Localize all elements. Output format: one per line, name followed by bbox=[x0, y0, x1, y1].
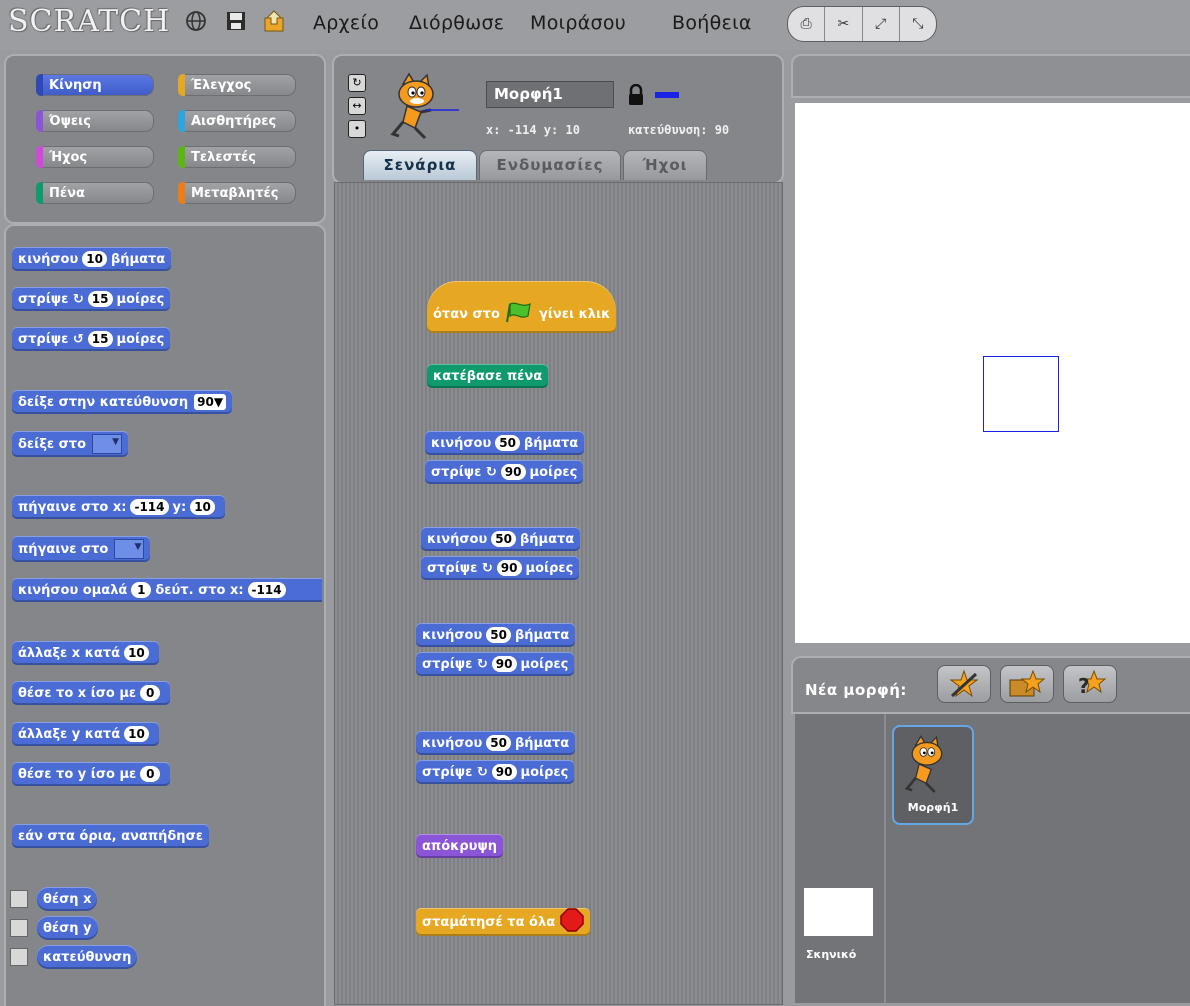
svg-text:?: ? bbox=[1078, 674, 1090, 698]
rotate-cw-icon: ↻ bbox=[476, 764, 488, 780]
when-flag-clicked-hat-block[interactable]: όταν στο γίνει κλικ bbox=[427, 281, 617, 333]
green-flag-icon bbox=[504, 302, 534, 326]
tab-sounds[interactable]: Ήχοι bbox=[623, 150, 707, 180]
move-50-steps-block[interactable]: κινήσου 50 βήματα bbox=[416, 623, 576, 647]
turn-90-degrees-block[interactable]: στρίψε ↻ 90 μοίρες bbox=[425, 460, 584, 484]
stage-thumbnail[interactable] bbox=[804, 888, 873, 936]
folder-star-icon bbox=[1009, 669, 1046, 697]
stop-all-block[interactable]: σταμάτησέ τα όλα bbox=[416, 908, 590, 936]
rotate-ccw-icon: ↺ bbox=[72, 331, 84, 347]
tab-scripts[interactable]: Σενάρια bbox=[363, 150, 477, 180]
rotate-cw-icon: ↻ bbox=[476, 656, 488, 672]
rotate-cw-icon: ↻ bbox=[485, 464, 497, 480]
category-label: Αισθητήρες bbox=[191, 114, 277, 129]
menu-share[interactable]: Μοιράσου bbox=[530, 12, 626, 34]
sprite-direction: κατεύθυνση: 90 bbox=[628, 123, 730, 137]
stage-header bbox=[791, 54, 1190, 98]
hide-block[interactable]: απόκρυψη bbox=[416, 834, 504, 858]
checkbox-x-position[interactable] bbox=[10, 890, 28, 908]
pen-color-indicator bbox=[655, 92, 679, 98]
category-label: Έλεγχος bbox=[191, 78, 252, 93]
palette-point-direction-block[interactable]: δείξε στην κατεύθυνση 90▼ bbox=[12, 390, 233, 414]
reporter-direction[interactable]: κατεύθυνση bbox=[37, 945, 138, 969]
grow-icon[interactable]: ⤢ bbox=[863, 7, 900, 41]
category-variables[interactable]: Μεταβλητές bbox=[178, 182, 296, 204]
dropdown-icon bbox=[114, 539, 145, 559]
cat-sprite-icon bbox=[390, 72, 459, 140]
save-icon[interactable] bbox=[225, 10, 247, 32]
category-label: Μεταβλητές bbox=[191, 186, 279, 201]
palette-move-block[interactable]: κινήσου 10 βήματα bbox=[12, 247, 172, 271]
rotation-left-right-icon[interactable]: ↔ bbox=[348, 97, 366, 115]
menu-edit[interactable]: Διόρθωσε bbox=[409, 12, 504, 34]
palette-change-x-block[interactable]: άλλαξε x κατά 10 bbox=[12, 641, 159, 665]
cat-sprite-thumb-icon bbox=[904, 735, 943, 793]
rotate-cw-icon: ↻ bbox=[72, 291, 84, 307]
palette-point-towards-block[interactable]: δείξε στο bbox=[12, 431, 129, 457]
checkbox-direction[interactable] bbox=[10, 948, 28, 966]
menu-help[interactable]: Βοήθεια bbox=[672, 12, 752, 34]
new-sprite-label: Νέα μορφή: bbox=[805, 681, 907, 699]
reporter-y-position[interactable]: θέση y bbox=[37, 916, 98, 940]
category-sensing[interactable]: Αισθητήρες bbox=[178, 110, 296, 132]
turn-90-degrees-block[interactable]: στρίψε ↻ 90 μοίρες bbox=[421, 556, 580, 580]
delete-scissors-icon[interactable]: ✂ bbox=[825, 7, 863, 41]
palette-goto-xy-block[interactable]: πήγαινε στο x: -114 y: 10 bbox=[12, 495, 225, 519]
rotation-all-around-icon[interactable]: ↻ bbox=[348, 74, 366, 92]
question-star-icon: ? bbox=[1078, 669, 1107, 698]
palette-change-y-block[interactable]: άλλαξε y κατά 10 bbox=[12, 722, 159, 746]
drawn-square bbox=[983, 356, 1059, 432]
category-motion[interactable]: Κίνηση bbox=[36, 74, 154, 96]
sprite-list-divider bbox=[884, 714, 886, 1003]
palette-set-y-block[interactable]: θέσε το y ίσο με 0 bbox=[12, 762, 171, 786]
category-label: Τελεστές bbox=[191, 150, 256, 165]
category-label: Κίνηση bbox=[49, 78, 102, 93]
sprite-thumbnail-selected[interactable]: Μορφή1 bbox=[892, 725, 974, 825]
category-label: Πένα bbox=[49, 186, 85, 201]
palette-turn-ccw-block[interactable]: στρίψε ↺ 15 μοίρες bbox=[12, 327, 171, 351]
stop-sign-icon bbox=[559, 908, 584, 936]
paint-new-sprite-button[interactable] bbox=[937, 665, 991, 703]
palette-glide-block[interactable]: κινήσου ομαλά 1 δεύτ. στο x: -114 bbox=[12, 578, 322, 602]
stage-canvas[interactable] bbox=[795, 103, 1190, 643]
menu-file[interactable]: Αρχείο bbox=[313, 12, 379, 34]
sprite-thumbnail-label: Μορφή1 bbox=[907, 801, 959, 814]
category-label: Ήχος bbox=[49, 150, 88, 165]
tab-costumes[interactable]: Ενδυμασίες bbox=[479, 150, 621, 180]
category-pen[interactable]: Πένα bbox=[36, 182, 154, 204]
choose-sprite-from-file-button[interactable] bbox=[1000, 665, 1054, 703]
move-50-steps-block[interactable]: κινήσου 50 βήματα bbox=[425, 431, 585, 455]
duplicate-stamp-icon[interactable]: ⎙ bbox=[788, 7, 826, 41]
language-globe-icon[interactable] bbox=[185, 10, 207, 32]
shrink-icon[interactable]: ⤡ bbox=[900, 7, 936, 41]
palette-bounce-block[interactable]: εάν στα όρια, αναπήδησε bbox=[12, 824, 209, 848]
random-sprite-button[interactable]: ? bbox=[1063, 665, 1117, 703]
palette-turn-cw-block[interactable]: στρίψε ↻ 15 μοίρες bbox=[12, 287, 171, 311]
checkbox-y-position[interactable] bbox=[10, 919, 28, 937]
sprite-mode-toolbar: ⎙ ✂ ⤢ ⤡ bbox=[787, 6, 937, 42]
category-control[interactable]: Έλεγχος bbox=[178, 74, 296, 96]
reporter-x-position[interactable]: θέση x bbox=[37, 887, 98, 911]
dropdown-icon bbox=[92, 434, 123, 454]
category-label: Όψεις bbox=[49, 114, 91, 129]
palette-goto-block[interactable]: πήγαινε στο bbox=[12, 536, 151, 562]
move-50-steps-block[interactable]: κινήσου 50 βήματα bbox=[416, 731, 576, 755]
stage-thumbnail-label: Σκηνικό bbox=[806, 948, 857, 961]
rotate-cw-icon: ↻ bbox=[481, 560, 493, 576]
category-operators[interactable]: Τελεστές bbox=[178, 146, 296, 168]
pen-down-block[interactable]: κατέβασε πένα bbox=[427, 364, 549, 388]
sprite-coordinates: x: -114 y: 10 bbox=[486, 123, 580, 137]
category-looks[interactable]: Όψεις bbox=[36, 110, 154, 132]
scratch-logo: SCRATCH bbox=[8, 4, 171, 39]
sprite-name-field[interactable]: Μορφή1 bbox=[486, 81, 614, 108]
turn-90-degrees-block[interactable]: στρίψε ↻ 90 μοίρες bbox=[416, 760, 575, 784]
paint-star-icon bbox=[949, 669, 979, 698]
rotation-none-icon[interactable]: • bbox=[348, 120, 366, 138]
turn-90-degrees-block[interactable]: στρίψε ↻ 90 μοίρες bbox=[416, 652, 575, 676]
category-sound[interactable]: Ήχος bbox=[36, 146, 154, 168]
share-upload-icon[interactable] bbox=[263, 10, 285, 32]
lock-icon[interactable] bbox=[628, 83, 644, 110]
palette-set-x-block[interactable]: θέσε το x ίσο με 0 bbox=[12, 681, 171, 705]
move-50-steps-block[interactable]: κινήσου 50 βήματα bbox=[421, 527, 581, 551]
